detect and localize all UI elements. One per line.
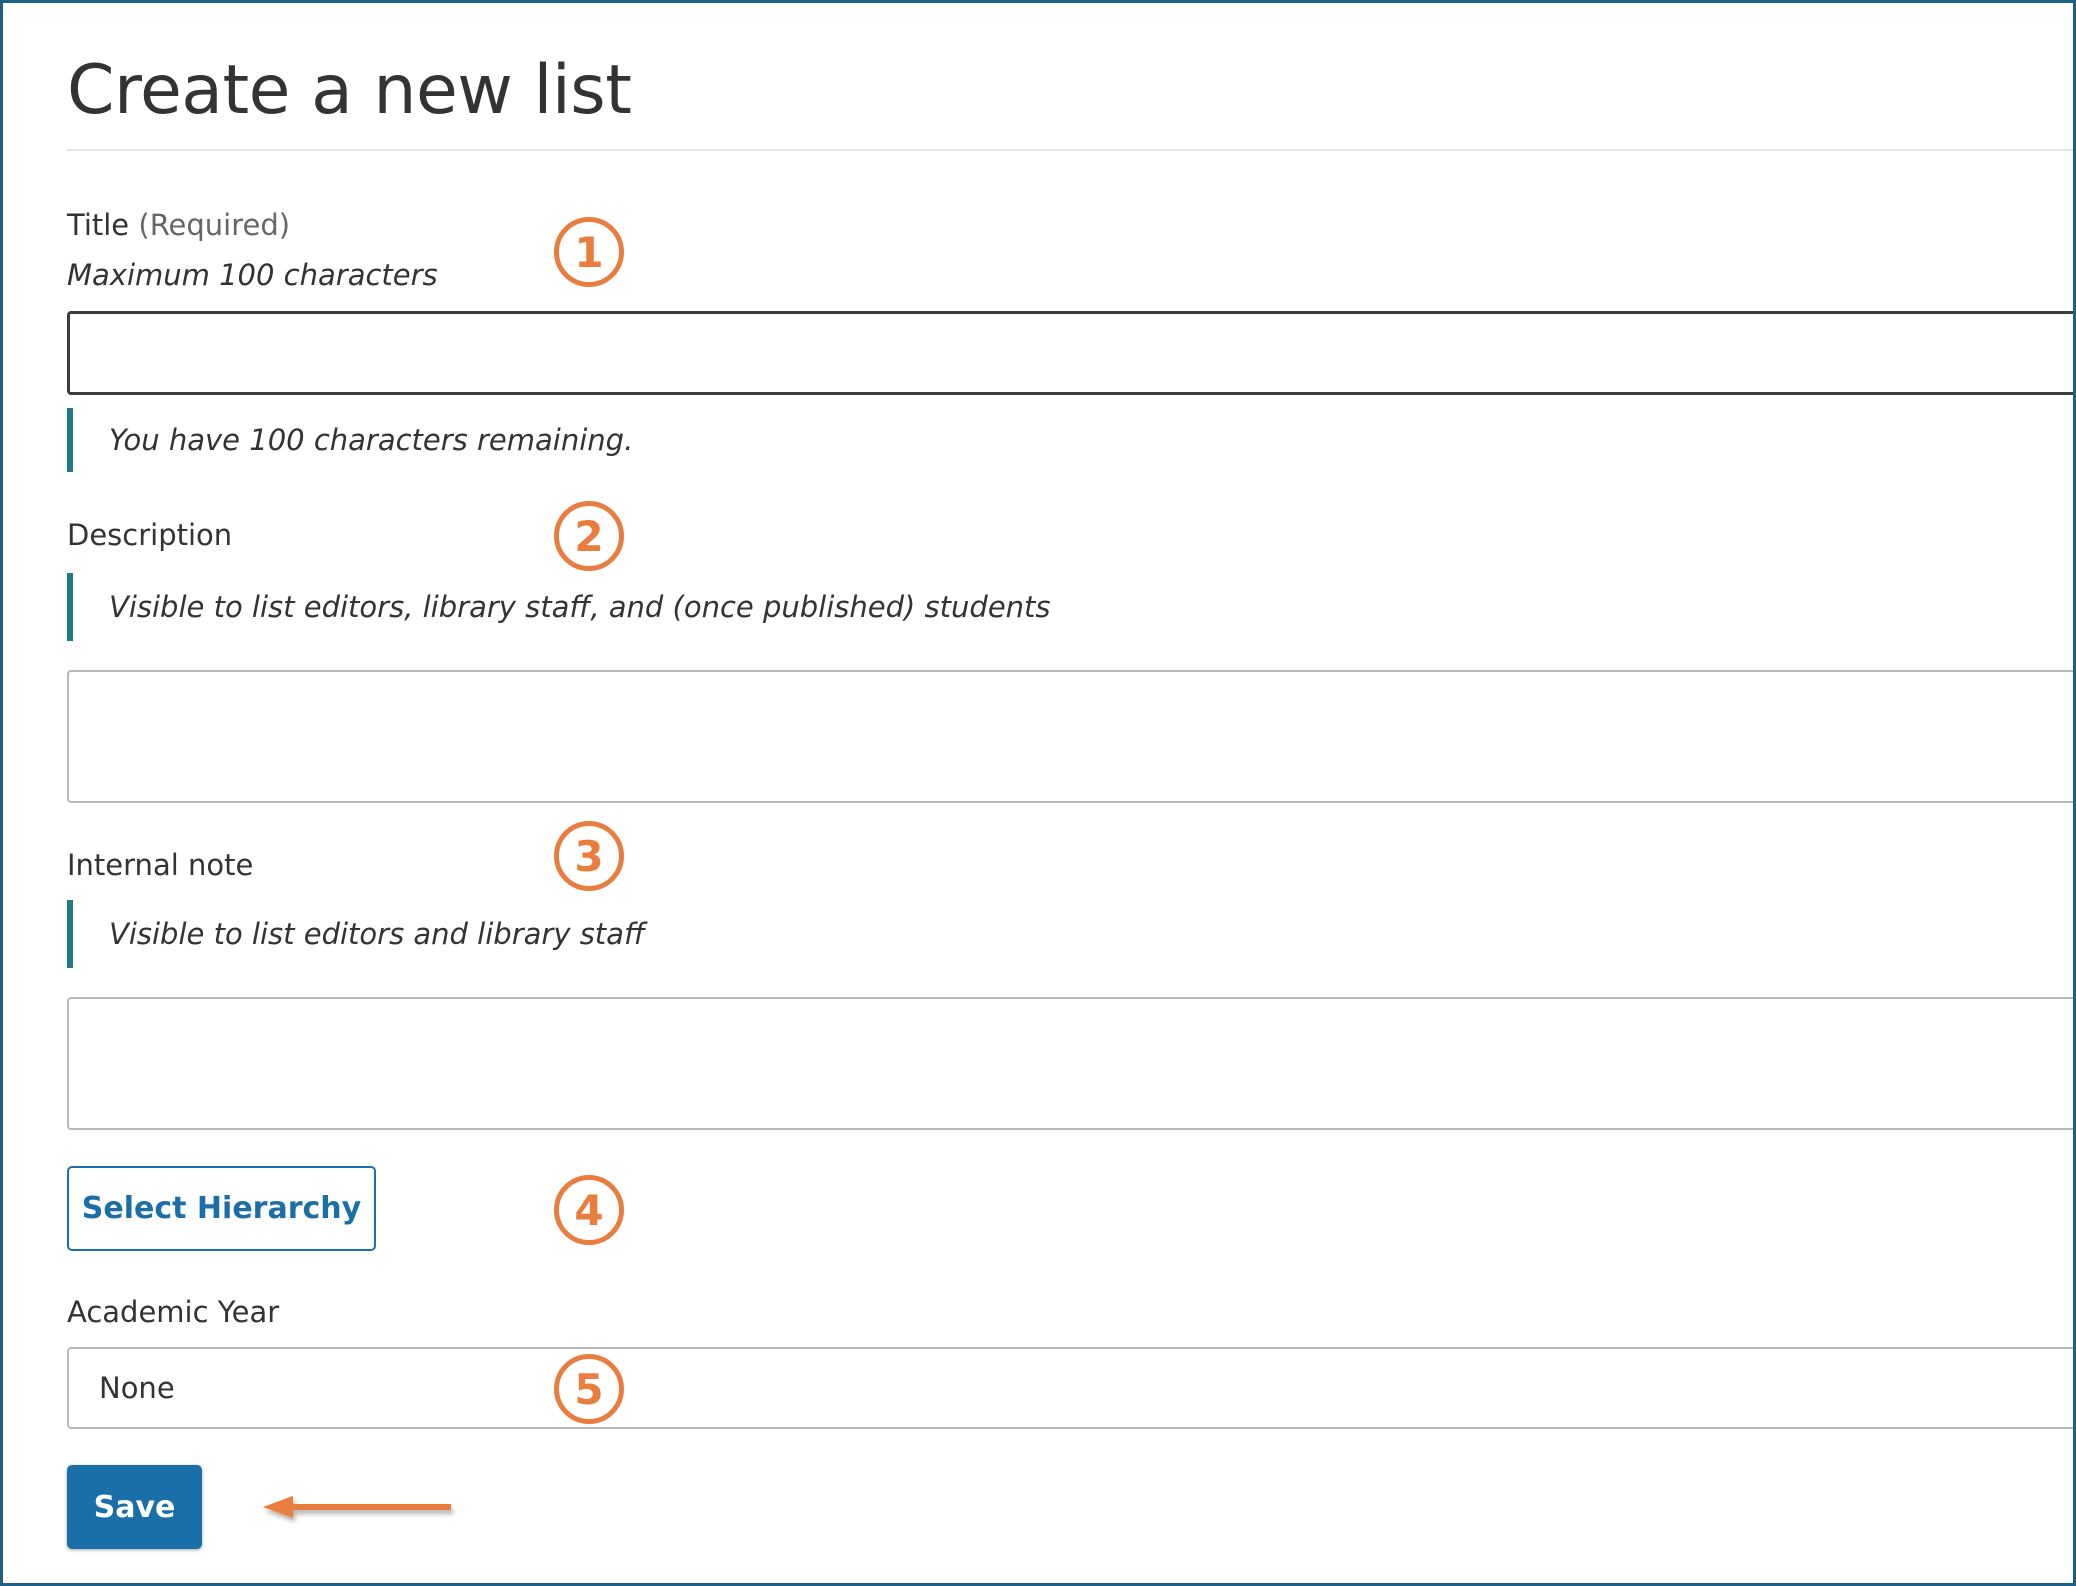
- description-note-text: Visible to list editors, library staff, …: [109, 590, 1051, 624]
- title-label-text: Title: [67, 208, 130, 242]
- select-hierarchy-button[interactable]: Select Hierarchy: [67, 1166, 376, 1251]
- callout-marker-3: 3: [554, 821, 624, 891]
- title-label: Title (Required): [67, 205, 290, 245]
- academic-year-selected-value: None: [99, 1371, 175, 1405]
- title-divider: [67, 149, 2073, 151]
- internal-note-label: Internal note: [67, 848, 254, 882]
- arrow-left-icon: [263, 1496, 451, 1518]
- description-label: Description: [67, 518, 233, 552]
- callout-marker-2: 2: [554, 501, 624, 571]
- internal-note-note: Visible to list editors and library staf…: [67, 900, 1509, 968]
- internal-note-textarea[interactable]: [67, 997, 2073, 1130]
- callout-marker-5: 5: [554, 1354, 624, 1424]
- title-max-hint: Maximum 100 characters: [67, 258, 438, 292]
- description-textarea[interactable]: [67, 670, 2073, 803]
- academic-year-select[interactable]: None: [67, 1347, 2073, 1429]
- required-indicator: (Required): [138, 208, 291, 242]
- description-note: Visible to list editors, library staff, …: [67, 573, 1509, 641]
- create-list-form-panel: Create a new list Title (Required) Maxim…: [0, 0, 2076, 1586]
- callout-marker-1: 1: [554, 217, 624, 287]
- page-title: Create a new list: [67, 51, 632, 130]
- callout-marker-4: 4: [554, 1175, 624, 1245]
- title-remaining-note: You have 100 characters remaining.: [67, 408, 1509, 472]
- academic-year-label: Academic Year: [67, 1295, 280, 1329]
- title-remaining-text: You have 100 characters remaining.: [109, 423, 634, 457]
- title-input[interactable]: [67, 311, 2073, 395]
- save-button[interactable]: Save: [67, 1465, 202, 1549]
- internal-note-note-text: Visible to list editors and library staf…: [109, 917, 645, 951]
